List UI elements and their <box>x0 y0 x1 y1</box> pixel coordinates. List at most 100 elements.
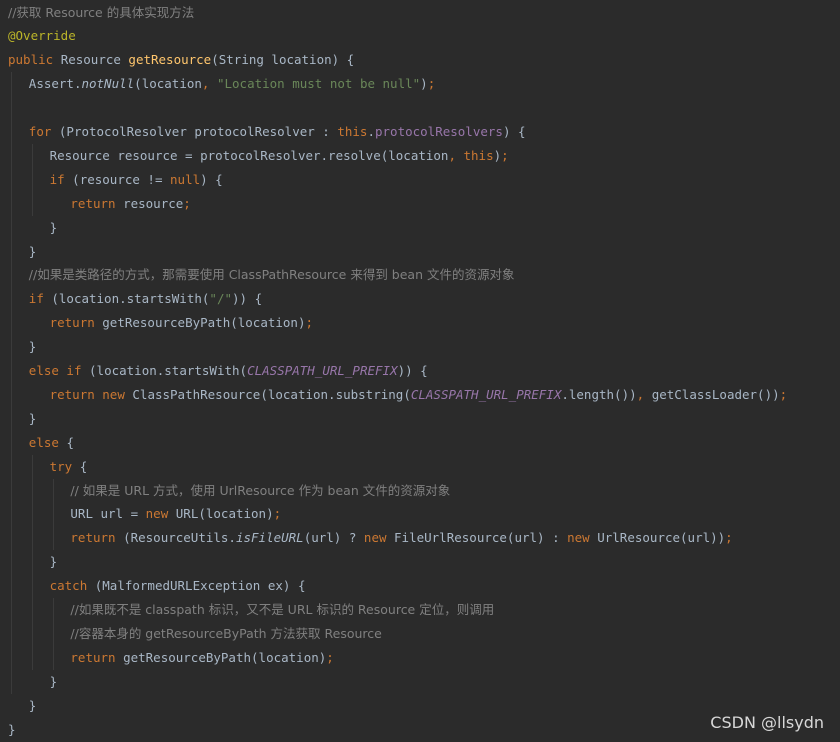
code-token-plain: (location.startsWith( <box>89 363 248 378</box>
code-token-method: getResource <box>128 52 212 68</box>
code-token-kw: ; <box>183 195 191 211</box>
code-line[interactable]: Assert.notNull(location, "Location must … <box>29 72 435 96</box>
watermark-label: CSDN @llsydn <box>710 713 824 732</box>
code-line[interactable]: URL url = new URL(location); <box>70 502 281 526</box>
code-token-plain: ) <box>420 76 428 92</box>
code-line[interactable]: return getResourceByPath(location); <box>50 311 313 335</box>
code-line[interactable]: } <box>29 240 37 264</box>
code-line[interactable]: return (ResourceUtils.isFileURL(url) ? n… <box>70 526 732 550</box>
code-token-plain: (String location) { <box>211 52 355 68</box>
code-line[interactable]: if (resource != null) { <box>50 168 223 192</box>
code-token-plain: resource <box>123 195 184 211</box>
code-token-plain: ) <box>493 147 502 163</box>
code-token-static: isFileURL <box>235 530 304 546</box>
code-token-plain: (MalformedURLException ex) { <box>94 578 306 594</box>
code-token-comment: //容器本身的 getResourceByPath 方法获取 Resource <box>70 625 382 641</box>
code-editor[interactable]: //获取 Resource 的具体实现方法 @Override public Res… <box>0 0 840 740</box>
indent-guide <box>52 478 54 551</box>
code-line[interactable]: } <box>29 407 37 431</box>
code-line[interactable]: if (location.startsWith("/")) { <box>29 287 262 311</box>
code-token-const: CLASSPATH_URL_PREFIX <box>247 363 398 378</box>
code-token-plain: } <box>49 673 58 689</box>
code-token-plain: Assert. <box>28 76 82 92</box>
code-token-kw: this <box>337 124 368 139</box>
code-token-plain: .length()) <box>561 386 637 402</box>
code-token-plain: getResourceByPath(location) <box>102 315 306 331</box>
code-token-kw: new <box>567 530 598 546</box>
code-token-kw: , <box>201 76 217 92</box>
code-token-kw: if <box>28 291 52 307</box>
code-token-kw: ; <box>273 506 282 522</box>
code-token-plain: } <box>8 721 16 737</box>
indent-guide <box>31 143 33 216</box>
code-token-annot: @Override <box>8 28 76 44</box>
code-token-plain: ClassPathResource(location.substring( <box>132 386 411 402</box>
code-token-kw: ; <box>427 76 436 92</box>
code-line[interactable]: } <box>50 216 58 240</box>
code-line[interactable]: else { <box>29 431 74 455</box>
code-token-comment: //获取 Resource 的具体实现方法 <box>8 4 195 20</box>
code-line[interactable]: return resource; <box>70 192 190 216</box>
code-line[interactable]: //如果是类路径的方式，那需要使用 ClassPathResource 来得到 … <box>29 263 515 287</box>
code-line[interactable]: // 如果是 URL 方式，使用 UrlResource 作为 bean 文件的… <box>70 479 450 503</box>
code-token-kw: else if <box>28 363 90 378</box>
code-line[interactable]: for (ProtocolResolver protocolResolver :… <box>29 120 526 144</box>
code-line[interactable]: catch (MalformedURLException ex) { <box>50 574 306 598</box>
code-line[interactable]: return new ClassPathResource(location.su… <box>50 383 788 407</box>
code-token-plain: Resource <box>60 52 129 68</box>
code-token-plain: } <box>28 410 37 426</box>
code-token-plain: FileUrlResource(url) : <box>394 530 568 546</box>
code-token-kw: return <box>49 315 103 331</box>
code-token-plain: } <box>49 219 58 235</box>
code-token-kw: else <box>28 434 67 450</box>
indent-guide <box>31 454 33 670</box>
code-token-plain: } <box>28 339 37 355</box>
code-line[interactable]: //容器本身的 getResourceByPath 方法获取 Resource <box>70 622 381 646</box>
code-token-plain: URL(location) <box>175 506 274 522</box>
code-token-comment: //如果既不是 classpath 标识，又不是 URL 标识的 Resourc… <box>70 602 495 617</box>
code-line[interactable]: } <box>50 670 58 694</box>
code-line[interactable]: @Override <box>8 24 76 48</box>
code-token-plain: )) { <box>232 291 263 307</box>
code-token-kw: catch <box>49 578 95 594</box>
code-token-kw: return <box>70 649 124 665</box>
code-line[interactable]: else if (location.startsWith(CLASSPATH_U… <box>29 359 428 383</box>
code-token-kw: , this <box>448 147 494 163</box>
code-line[interactable]: } <box>8 718 16 742</box>
code-token-plain: { <box>66 434 74 450</box>
code-line[interactable]: Resource resource = protocolResolver.res… <box>50 144 509 168</box>
code-token-kw: try <box>49 458 80 474</box>
code-token-plain: URL url = <box>70 506 146 522</box>
code-token-plain: (location <box>134 76 202 92</box>
code-token-plain: (url) ? <box>303 530 364 546</box>
code-token-plain: (ProtocolResolver protocolResolver : <box>58 124 338 139</box>
code-token-kw: return <box>70 195 124 211</box>
code-token-plain: { <box>79 458 88 474</box>
code-token-kw: null <box>170 171 201 187</box>
code-line[interactable]: public Resource getResource(String locat… <box>8 48 354 72</box>
code-token-kw: , <box>636 386 652 402</box>
code-line[interactable]: try { <box>50 455 88 479</box>
code-token-field: protocolResolvers <box>375 124 503 139</box>
code-token-plain: } <box>28 697 37 713</box>
code-token-kw: return <box>70 530 124 546</box>
code-token-kw: if <box>49 171 73 187</box>
code-token-kw: ; <box>779 386 788 402</box>
code-token-plain: Resource resource = protocolResolver.res… <box>49 147 449 163</box>
code-line[interactable]: //获取 Resource 的具体实现方法 <box>8 1 194 25</box>
code-line[interactable]: } <box>50 550 58 574</box>
code-line[interactable]: } <box>29 335 37 359</box>
code-line[interactable]: } <box>29 694 37 718</box>
code-token-plain: (location.startsWith( <box>51 291 210 307</box>
code-line[interactable]: //如果既不是 classpath 标识，又不是 URL 标识的 Resourc… <box>70 598 494 622</box>
indent-guide <box>11 72 12 694</box>
code-token-kw: for <box>28 124 59 139</box>
code-token-kw: ; <box>501 147 509 163</box>
code-token-plain: } <box>28 243 37 259</box>
code-line[interactable]: return getResourceByPath(location); <box>70 646 333 670</box>
code-token-plain: UrlResource(url)) <box>597 530 726 546</box>
code-token-plain: )) { <box>397 363 428 378</box>
code-token-plain: ) { <box>502 124 526 139</box>
code-token-plain: getResourceByPath(location) <box>123 649 327 665</box>
code-token-static: notNull <box>81 76 135 92</box>
